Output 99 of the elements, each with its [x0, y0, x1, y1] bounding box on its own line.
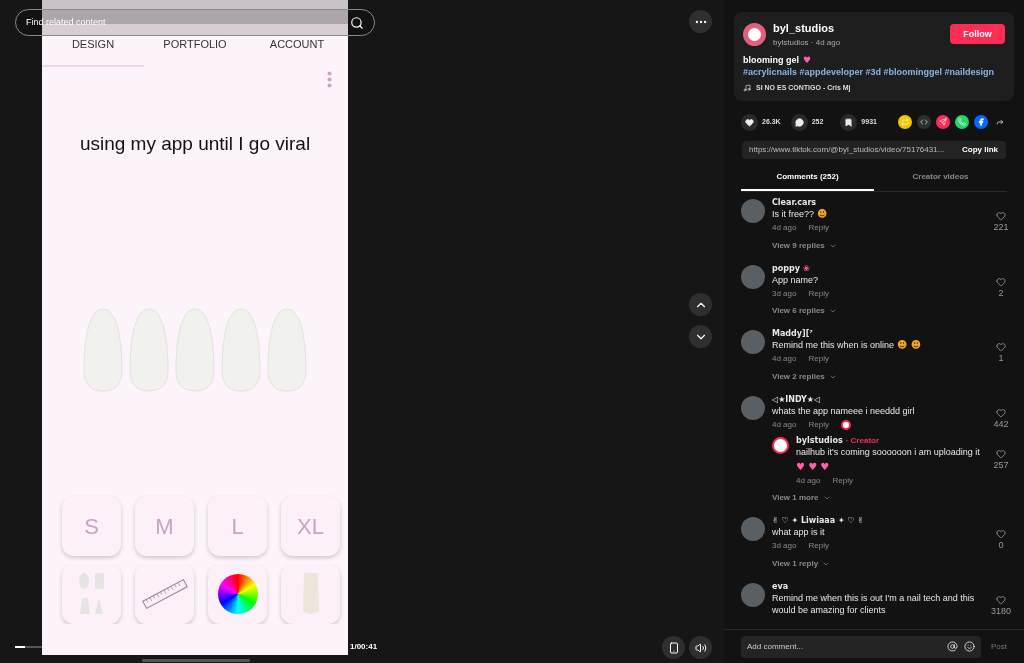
follow-button[interactable]: Follow [950, 24, 1005, 45]
comment-username[interactable]: ✌ ♡ ✦ Liwiaaa ✦ ♡ ✌ [772, 515, 865, 526]
like-icon[interactable] [996, 529, 1006, 539]
video-time: 1/00:41 [350, 641, 378, 653]
emoji: ♥ ♥ ♥ [796, 461, 830, 473]
like-count: 1 [998, 352, 1004, 365]
author-avatar[interactable] [743, 22, 766, 46]
music-note-icon [743, 83, 751, 92]
creator-liked-icon [840, 419, 851, 430]
comment-username[interactable]: Maddy][⁷ [772, 328, 813, 339]
phone-icon [667, 641, 680, 654]
nail-tip-icon [83, 308, 123, 392]
phone-view-button[interactable] [662, 636, 685, 659]
comment-text: whats the app nameee i needdd girl [772, 404, 915, 417]
like-count: 442 [993, 417, 1009, 431]
author-handle: bylstudios · 4d ago [773, 36, 842, 49]
reply-link[interactable]: Reply [832, 475, 853, 487]
comment-username[interactable]: poppy [772, 262, 800, 274]
like-icon[interactable] [996, 594, 1006, 605]
view-replies-link[interactable]: View 1 more [772, 492, 819, 504]
send-icon[interactable] [936, 115, 950, 129]
creator-label: · Creator [845, 435, 880, 446]
nail-tip-icon [300, 571, 321, 617]
like-icon[interactable] [996, 407, 1006, 418]
like-count: 257 [993, 459, 1009, 472]
repost-icon[interactable] [898, 115, 912, 129]
author-name[interactable]: byl_studios [773, 20, 943, 37]
comment-input[interactable]: Add comment... [741, 635, 981, 658]
comment-time: 3d ago [772, 287, 797, 300]
comment-username[interactable]: ◁★INDY★◁ [772, 393, 821, 405]
comment-text: what app is it [772, 526, 825, 538]
emoji: ☻ ☻ [897, 339, 922, 351]
like-count: 221 [993, 221, 1009, 234]
like-icon[interactable] [996, 342, 1006, 352]
phone-icon[interactable] [955, 115, 969, 129]
view-replies-link[interactable]: View 9 replies [772, 239, 825, 252]
volume-icon [694, 641, 707, 654]
comment-time: 4d ago [772, 418, 797, 431]
nail-tip-icon [129, 308, 169, 392]
comment-text: nailhub it's coming soooooon i am uploading it [796, 446, 980, 458]
volume-button[interactable] [689, 636, 712, 659]
view-replies-link[interactable]: View 2 replies [772, 370, 825, 383]
like-count: 2 [998, 286, 1004, 300]
nail-shapes-icon [76, 572, 107, 616]
comment-text: Remind me this when is online [772, 339, 895, 351]
reply-link[interactable]: Reply [808, 418, 829, 431]
avatar-photo-placeholder[interactable] [772, 437, 789, 454]
nail-tip-icon [221, 308, 261, 392]
comment-time: 4d ago [772, 353, 797, 365]
chevron-down-icon [828, 307, 837, 315]
comment-username[interactable]: eva [772, 580, 789, 592]
chevron-down-icon [822, 494, 831, 502]
view-replies-link[interactable]: View 6 replies [772, 305, 825, 317]
comment-icon[interactable] [790, 113, 808, 131]
more-options-button[interactable] [689, 10, 712, 33]
post-caption: blooming gel [743, 53, 799, 66]
reply-link[interactable]: Reply [808, 222, 829, 234]
post-button[interactable]: Post [991, 640, 1007, 653]
emoji: ☻ [817, 208, 828, 220]
app-tab[interactable]: ACCOUNT [246, 36, 348, 67]
panel-tab[interactable]: Comments (252) [741, 165, 874, 191]
view-replies-link[interactable]: View 1 reply [772, 557, 819, 570]
nail-tip-icon [267, 308, 307, 392]
app-tab[interactable]: DESIGN [42, 36, 144, 67]
tool-button[interactable] [208, 564, 267, 624]
comment-time: 4d ago [796, 475, 821, 487]
comment-text: Remind me when this is out I'm a nail tech and this would be amazing for clients [772, 591, 976, 616]
facebook-icon[interactable] [974, 115, 988, 129]
mention-icon[interactable] [947, 641, 958, 652]
panel-tab[interactable]: Creator videos [874, 165, 1007, 191]
next-video-button[interactable] [689, 325, 712, 348]
emoji-icon[interactable] [964, 641, 975, 652]
previous-video-button[interactable] [689, 293, 712, 316]
like-icon[interactable] [996, 211, 1006, 221]
color-wheel-icon [217, 574, 258, 614]
flower-emoji: ❀ [802, 262, 810, 274]
reply-link[interactable]: Reply [808, 287, 829, 300]
comment-username[interactable]: Clear.cars [772, 197, 817, 208]
app-tab[interactable]: PORTFOLIO [144, 36, 246, 67]
search-icon[interactable] [350, 15, 364, 30]
nail-tip-icon [175, 308, 215, 392]
copy-link-button[interactable]: Copy link [954, 141, 1006, 159]
video-caption: using my app until I go viral [78, 131, 312, 156]
like-count: 3180 [991, 604, 1011, 618]
comment-time: 4d ago [772, 222, 797, 234]
comment-username[interactable]: bylstudios [796, 435, 843, 446]
reply-link[interactable]: Reply [808, 540, 829, 552]
like-icon[interactable] [996, 276, 1006, 287]
like-count: 0 [998, 539, 1004, 552]
bookmark-icon[interactable] [840, 113, 858, 131]
like-icon[interactable] [996, 449, 1006, 459]
reply-link[interactable]: Reply [808, 353, 829, 365]
hashtags[interactable]: #acrylicnails #appdeveloper #3d #bloominggel #naildesign [743, 65, 995, 78]
comment-time: 3d ago [772, 540, 797, 552]
heart-emoji: ♥ [803, 53, 812, 66]
embed-icon[interactable] [917, 115, 931, 129]
comment-text: Is it free?? [772, 208, 815, 220]
comment-text: App name? [772, 273, 819, 286]
link-url: https://www.tiktok.com/@byl_studios/video/75176431... [748, 144, 946, 156]
